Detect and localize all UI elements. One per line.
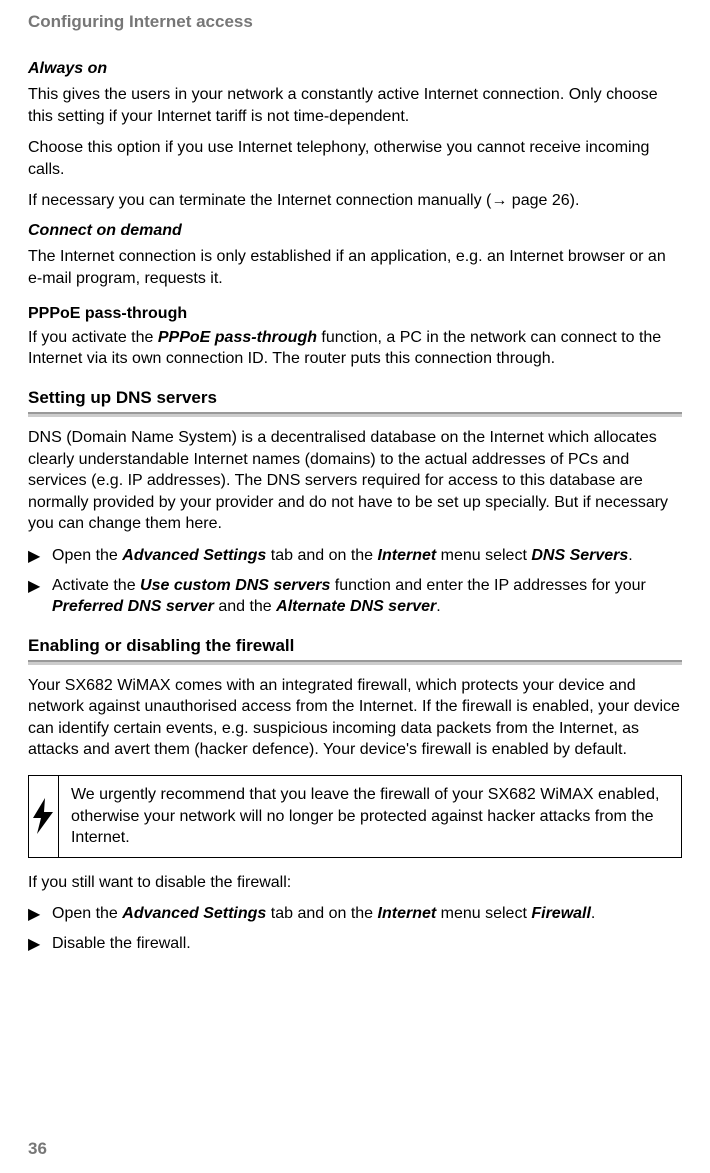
list-item: ▶ Open the Advanced Settings tab and on …	[28, 545, 682, 567]
text: Open the	[52, 547, 122, 564]
text-bold-italic: DNS Servers	[531, 547, 628, 564]
page: Configuring Internet access Always on Th…	[0, 0, 710, 1173]
text-bold-italic: Alternate DNS server	[276, 598, 436, 615]
firewall-bullet-2: Disable the firewall.	[52, 933, 682, 955]
text: tab and on the	[266, 547, 377, 564]
text: .	[436, 598, 440, 615]
warning-text: We urgently recommend that you leave the…	[59, 776, 681, 857]
dns-bullet-1: Open the Advanced Settings tab and on th…	[52, 545, 682, 567]
dns-title: Setting up DNS servers	[28, 388, 682, 408]
firewall-p1: Your SX682 WiMAX comes with an integrate…	[28, 675, 682, 761]
list-item: ▶ Activate the Use custom DNS servers fu…	[28, 575, 682, 618]
text: tab and on the	[266, 905, 377, 922]
text: menu select	[436, 905, 531, 922]
bullet-icon: ▶	[28, 545, 52, 567]
arrow-icon: →	[491, 192, 507, 209]
text-bold-italic: PPPoE pass-through	[158, 329, 317, 346]
page-number: 36	[28, 1139, 47, 1159]
page-header: Configuring Internet access	[28, 12, 682, 32]
firewall-bullet-1: Open the Advanced Settings tab and on th…	[52, 903, 682, 925]
firewall-title: Enabling or disabling the firewall	[28, 636, 682, 656]
text: Activate the	[52, 577, 140, 594]
always-on-title: Always on	[28, 60, 682, 78]
text: function and enter the IP addresses for …	[330, 577, 645, 594]
text-bold-italic: Advanced Settings	[122, 905, 266, 922]
text: and the	[214, 598, 276, 615]
pppoe-title: PPPoE pass-through	[28, 303, 682, 325]
dns-bullet-2: Activate the Use custom DNS servers func…	[52, 575, 682, 618]
list-item: ▶ Open the Advanced Settings tab and on …	[28, 903, 682, 925]
divider	[28, 660, 682, 665]
divider	[28, 412, 682, 417]
text-bold-italic: Use custom DNS servers	[140, 577, 330, 594]
always-on-p2: Choose this option if you use Internet t…	[28, 137, 682, 180]
text: page 26).	[507, 192, 579, 209]
bullet-icon: ▶	[28, 575, 52, 618]
bullet-icon: ▶	[28, 933, 52, 955]
text-bold-italic: Preferred DNS server	[52, 598, 214, 615]
text-bold-italic: Internet	[378, 547, 437, 564]
connect-on-demand-title: Connect on demand	[28, 222, 682, 240]
text: If you activate the	[28, 329, 158, 346]
connect-on-demand-p1: The Internet connection is only establis…	[28, 246, 682, 289]
text-bold-italic: Internet	[378, 905, 437, 922]
text: menu select	[436, 547, 531, 564]
text: .	[591, 905, 595, 922]
text: .	[628, 547, 632, 564]
always-on-p3: If necessary you can terminate the Inter…	[28, 190, 682, 212]
warning-box: We urgently recommend that you leave the…	[28, 775, 682, 858]
dns-p1: DNS (Domain Name System) is a decentrali…	[28, 427, 682, 535]
text: If necessary you can terminate the Inter…	[28, 192, 491, 209]
text: Open the	[52, 905, 122, 922]
text-bold-italic: Advanced Settings	[122, 547, 266, 564]
always-on-p1: This gives the users in your network a c…	[28, 84, 682, 127]
bullet-icon: ▶	[28, 903, 52, 925]
firewall-p2: If you still want to disable the firewal…	[28, 872, 682, 894]
lightning-icon	[31, 798, 55, 834]
text-bold-italic: Firewall	[531, 905, 591, 922]
warning-icon-cell	[29, 776, 59, 857]
list-item: ▶ Disable the firewall.	[28, 933, 682, 955]
pppoe-p1: If you activate the PPPoE pass-through f…	[28, 327, 682, 370]
